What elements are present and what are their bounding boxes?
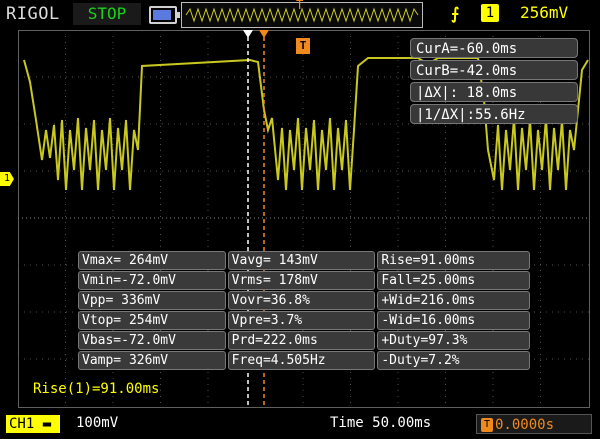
cursor-b-marker: [259, 30, 269, 38]
channel1-level-marker[interactable]: 1: [0, 172, 14, 186]
meas-cell: Vtop= 254mV: [78, 311, 226, 330]
trigger-level: 256mV: [520, 3, 569, 22]
meas-cell: Freq=4.505Hz: [227, 351, 376, 370]
meas-cell: Vpp= 336mV: [78, 291, 226, 310]
top-status-bar: RIGOL STOP T ⨍ 1 256mV: [0, 0, 600, 30]
trigger-offset-readout[interactable]: T 0.0000s: [476, 414, 592, 434]
rising-edge-icon: ⨍: [451, 4, 460, 23]
trigger-marker-icon: T: [296, 38, 310, 54]
battery-icon: [149, 6, 180, 24]
table-row: Vmax= 264mV Vavg= 143mV Rise=91.00ms: [78, 251, 530, 270]
table-row: Vbas=-72.0mV Prd=222.0ms +Duty=97.3%: [78, 331, 530, 350]
meas-cell: Vmin=-72.0mV: [78, 271, 226, 290]
table-row: Vtop= 254mV Vpre=3.7% -Wid=16.00ms: [78, 311, 530, 330]
trigger-settings[interactable]: ⨍ 1 256mV: [440, 3, 598, 25]
meas-cell: +Wid=216.0ms: [377, 291, 530, 310]
brand-logo: RIGOL: [6, 4, 60, 24]
meas-cell: Prd=222.0ms: [227, 331, 376, 350]
measurement-panel: Vmax= 264mV Vavg= 143mV Rise=91.00ms Vmin=…: [76, 250, 532, 374]
timebase-readout[interactable]: Time 50.00ms: [330, 415, 431, 431]
trigger-offset-icon: T: [481, 418, 493, 432]
measurement-table: Vmax= 264mV Vavg= 143mV Rise=91.00ms Vmin=…: [76, 250, 532, 371]
cursor-frequency-readout: |1/ΔX|:55.6Hz: [410, 104, 578, 124]
channel1-badge[interactable]: CH1 ▬: [6, 415, 60, 433]
table-row: Vpp= 336mV Vovr=36.8% +Wid=216.0ms: [78, 291, 530, 310]
meas-cell: Vbas=-72.0mV: [78, 331, 226, 350]
trigger-position-icon: T: [296, 0, 304, 12]
cursor-delta-readout: |ΔX|: 18.0ms: [410, 82, 578, 102]
cursor-b-readout: CurB=-42.0ms: [410, 60, 578, 80]
meas-cell: -Duty=7.2%: [377, 351, 530, 370]
meas-cell: Vamp= 326mV: [78, 351, 226, 370]
trigger-offset-value: 0.0000s: [495, 417, 555, 433]
table-row: Vamp= 326mV Freq=4.505Hz -Duty=7.2%: [78, 351, 530, 370]
meas-cell: Vmax= 264mV: [78, 251, 226, 270]
meas-cell: +Duty=97.3%: [377, 331, 530, 350]
meas-cell: Vovr=36.8%: [227, 291, 376, 310]
bottom-status-bar: CH1 ▬ 100mV Time 50.00ms T 0.0000s: [0, 412, 600, 439]
meas-cell: Vavg= 143mV: [227, 251, 376, 270]
cursor-a-marker: [243, 30, 253, 38]
trigger-source-badge: 1: [481, 4, 499, 22]
run-stop-status[interactable]: STOP: [73, 3, 141, 25]
meas-cell: Vrms= 178mV: [227, 271, 376, 290]
meas-cell: -Wid=16.00ms: [377, 311, 530, 330]
channel1-scale: 100mV: [76, 415, 119, 431]
cursor-a-readout: CurA=-60.0ms: [410, 38, 578, 58]
cursor-readout-panel: CurA=-60.0ms CurB=-42.0ms |ΔX|: 18.0ms |…: [410, 38, 578, 126]
rise-readout: Rise(1)=91.00ms: [33, 381, 160, 397]
meas-cell: Rise=91.00ms: [377, 251, 530, 270]
table-row: Vmin=-72.0mV Vrms= 178mV Fall=25.00ms: [78, 271, 530, 290]
meas-cell: Fall=25.00ms: [377, 271, 530, 290]
channel1-label: CH1: [9, 416, 35, 432]
meas-cell: Vpre=3.7%: [227, 311, 376, 330]
